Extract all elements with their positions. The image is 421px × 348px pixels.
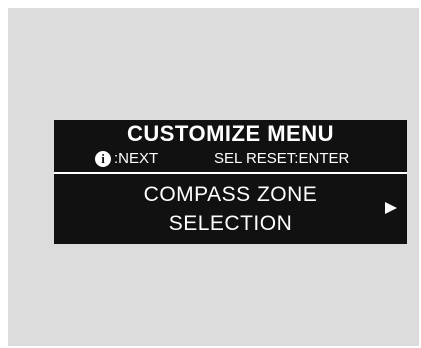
menu-item-line1[interactable]: COMPASS ZONE	[54, 180, 407, 210]
menu-title: CUSTOMIZE MENU	[126, 121, 335, 146]
screen-frame: CUSTOMIZE MENU i :NEXT SEL RESET:ENTER C…	[8, 8, 419, 346]
right-arrow-icon[interactable]	[385, 202, 397, 214]
customize-menu-display: CUSTOMIZE MENU i :NEXT SEL RESET:ENTER C…	[54, 120, 407, 244]
hint-row: i :NEXT SEL RESET:ENTER	[54, 148, 407, 170]
menu-item-line2[interactable]: SELECTION	[54, 209, 407, 239]
divider	[54, 172, 407, 174]
next-hint-label: :NEXT	[114, 150, 159, 167]
reset-hint-label: SEL RESET:ENTER	[214, 150, 350, 167]
info-icon: i	[95, 151, 111, 167]
